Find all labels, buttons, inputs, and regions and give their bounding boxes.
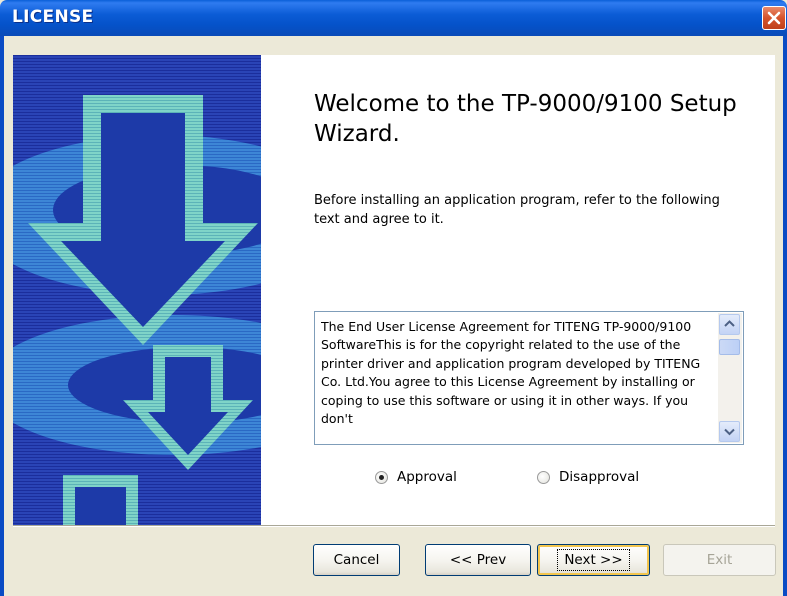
close-button[interactable]	[762, 6, 786, 30]
title-bar: LICENSE	[0, 0, 787, 36]
scroll-down-button[interactable]	[719, 421, 740, 442]
footer-divider	[13, 525, 775, 527]
approval-option[interactable]: Approval	[375, 466, 457, 488]
cancel-button-label: Cancel	[333, 552, 380, 568]
scroll-thumb[interactable]	[719, 339, 740, 355]
vertical-scrollbar[interactable]	[718, 313, 742, 443]
disapproval-label: Disapproval	[559, 469, 640, 485]
page-title: Welcome to the TP-9000/9100 Setup Wizard…	[314, 91, 737, 147]
next-button-label: Next >>	[557, 549, 630, 571]
license-text: The End User License Agreement for TITEN…	[321, 319, 701, 427]
banner-graphic	[13, 55, 261, 525]
cancel-button[interactable]: Cancel	[313, 544, 400, 576]
prev-button-label: << Prev	[449, 552, 507, 568]
prev-button[interactable]: << Prev	[425, 544, 531, 576]
disapproval-radio[interactable]	[537, 470, 550, 484]
scroll-up-button[interactable]	[719, 314, 740, 335]
exit-button[interactable]: Exit	[663, 544, 776, 576]
intro-text: Before installing an application program…	[314, 193, 720, 227]
chevron-down-icon	[724, 428, 735, 436]
disapproval-option[interactable]: Disapproval	[537, 466, 639, 488]
approval-radio[interactable]	[375, 470, 388, 484]
exit-button-label: Exit	[706, 552, 733, 568]
chevron-up-icon	[724, 320, 735, 327]
close-icon	[767, 11, 781, 25]
window-frame-right	[783, 36, 787, 596]
window-title: LICENSE	[12, 7, 94, 27]
next-button[interactable]: Next >>	[537, 544, 650, 576]
wizard-banner-image	[13, 55, 261, 525]
approval-label: Approval	[397, 469, 457, 485]
license-textbox[interactable]: The End User License Agreement for TITEN…	[314, 311, 744, 445]
